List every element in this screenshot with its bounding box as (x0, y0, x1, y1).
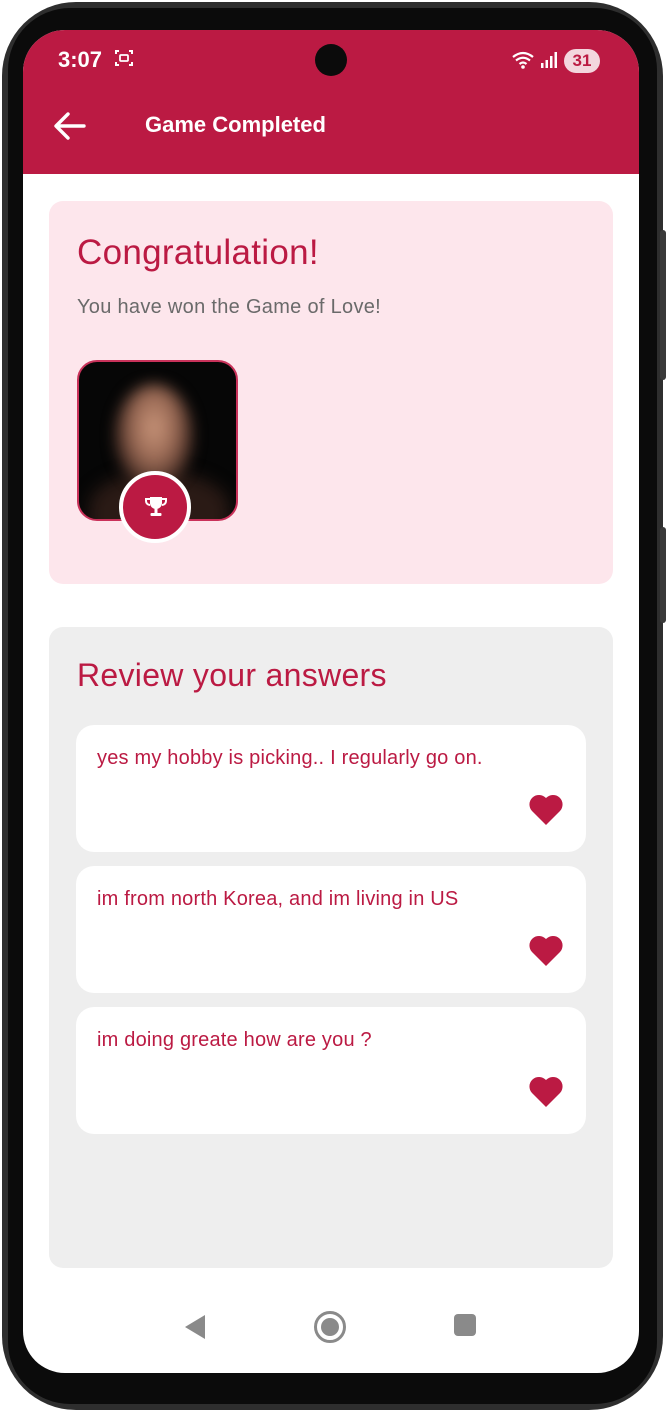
trophy-icon (145, 497, 167, 516)
signal-icon (541, 52, 557, 68)
system-nav-bar (23, 1293, 639, 1373)
power-button (660, 527, 666, 623)
front-camera (315, 44, 347, 76)
status-time: 3:07 (58, 47, 103, 72)
screenshot-icon (115, 50, 133, 66)
result-heading: Congratulation! (77, 233, 319, 272)
nav-home-icon[interactable] (313, 1310, 347, 1344)
review-card: Review your answers yes my hobby is pick… (49, 627, 613, 1268)
result-message: You have won the Game of Love! (77, 296, 382, 318)
nav-recent-icon[interactable] (454, 1314, 476, 1336)
answer-item[interactable]: yes my hobby is picking.. I regularly go… (76, 725, 586, 852)
answer-item[interactable]: im from north Korea, and im living in US (76, 866, 586, 993)
review-title: Review your answers (77, 657, 387, 693)
nav-back-icon[interactable] (181, 1312, 209, 1342)
screen: 3:07 31 Game Completed Congratulation! Y… (23, 30, 639, 1373)
page-title: Game Completed (145, 112, 326, 137)
wifi-icon (512, 51, 534, 69)
heart-icon[interactable] (528, 934, 564, 967)
back-arrow-icon[interactable] (51, 108, 87, 144)
answer-text: im doing greate how are you ? (97, 1029, 372, 1051)
answer-text: yes my hobby is picking.. I regularly go… (97, 747, 483, 769)
battery-indicator: 31 (564, 49, 600, 73)
heart-icon[interactable] (528, 793, 564, 826)
app-bar: 3:07 31 Game Completed (23, 30, 639, 174)
result-card: Congratulation! You have won the Game of… (49, 201, 613, 584)
answer-item[interactable]: im doing greate how are you ? (76, 1007, 586, 1134)
volume-button (660, 230, 666, 380)
trophy-badge (119, 471, 191, 543)
heart-icon[interactable] (528, 1075, 564, 1108)
answer-text: im from north Korea, and im living in US (97, 888, 459, 910)
